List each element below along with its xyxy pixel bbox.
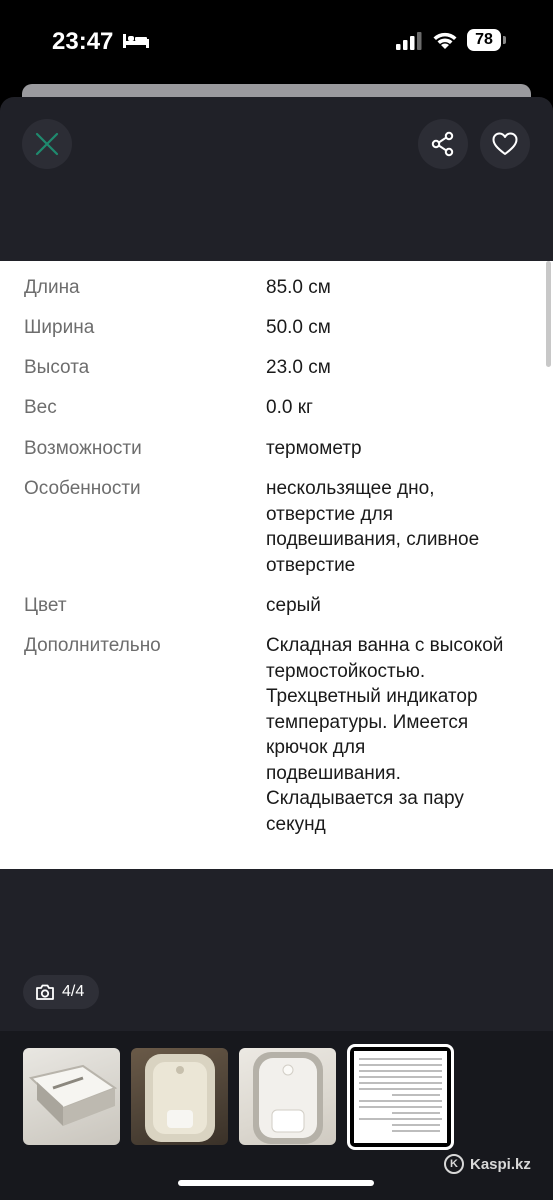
share-button[interactable]: [418, 119, 468, 169]
product-image-specs[interactable]: Длина 85.0 см Ширина 50.0 см Высота 23.0…: [0, 261, 553, 869]
kaspi-logo-icon: K: [444, 1154, 464, 1174]
thumbnail-2-image: [145, 1054, 215, 1142]
spec-label: Особенности: [24, 478, 141, 499]
wifi-icon: [433, 32, 457, 49]
battery-cap: [503, 36, 506, 44]
watermark: K Kaspi.kz: [444, 1154, 531, 1174]
close-icon: [35, 132, 59, 156]
spec-value: 0.0 кг: [266, 397, 313, 418]
status-time: 23:47: [52, 28, 114, 55]
thumbnail-1[interactable]: [23, 1048, 120, 1145]
spec-label: Возможности: [24, 438, 142, 459]
spec-value: 50.0 см: [266, 317, 331, 338]
spec-value: нескользящее дно, отверстие для подвешив…: [266, 478, 480, 576]
bed-icon: [123, 34, 149, 48]
thumbnail-3-image: [253, 1052, 323, 1144]
spec-label: Цвет: [24, 595, 67, 616]
thumbnail-3[interactable]: [239, 1048, 336, 1145]
spec-value: 85.0 см: [266, 277, 331, 298]
home-indicator[interactable]: [178, 1180, 374, 1186]
scrollbar[interactable]: [546, 261, 551, 367]
heart-icon: [492, 132, 518, 155]
thumbnail-4-selected[interactable]: [347, 1044, 454, 1150]
spec-value: Складная ванна с высокой термостойкостью…: [266, 635, 504, 835]
spec-label: Длина: [24, 277, 80, 298]
watermark-text: Kaspi.kz: [470, 1155, 531, 1173]
spec-label: Дополнительно: [24, 635, 161, 656]
spec-value: серый: [266, 595, 321, 616]
status-bar: 23:47 78: [0, 0, 553, 84]
close-button[interactable]: [22, 119, 72, 169]
spec-label: Высота: [24, 357, 90, 378]
image-viewer-modal: Длина 85.0 см Ширина 50.0 см Высота 23.0…: [0, 97, 553, 1200]
spec-label: Ширина: [24, 317, 95, 338]
battery-icon: 78: [467, 29, 507, 51]
image-counter: 4/4: [23, 975, 99, 1009]
favorite-button[interactable]: [480, 119, 530, 169]
signal-icon: [396, 32, 422, 50]
spec-value: 23.0 см: [266, 357, 331, 378]
camera-icon: [36, 984, 54, 1000]
thumbnail-1-image: [28, 1064, 118, 1126]
thumbnail-strip: [0, 1031, 553, 1200]
image-counter-text: 4/4: [62, 983, 85, 1000]
thumbnail-2[interactable]: [131, 1048, 228, 1145]
battery-level: 78: [467, 29, 501, 51]
share-icon: [431, 131, 454, 157]
thumbnail-4-image: [354, 1051, 447, 1143]
spec-label: Вес: [24, 397, 57, 418]
spec-value: термометр: [266, 438, 362, 459]
